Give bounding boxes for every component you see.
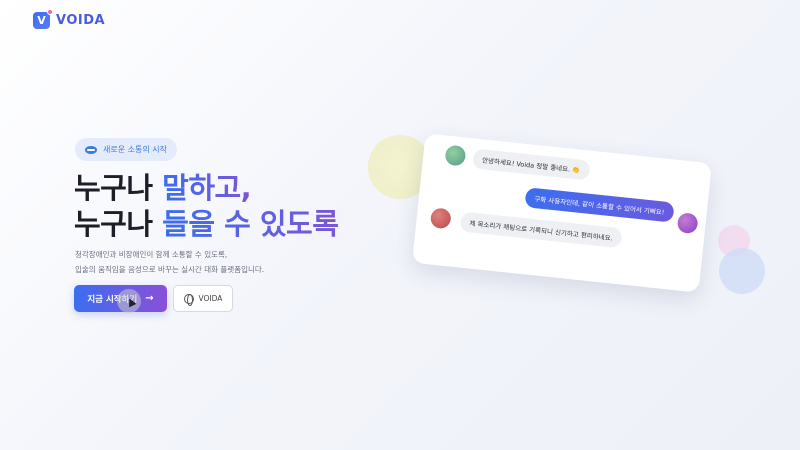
headline-line-2: 누구나 들을 수 있도록 bbox=[74, 206, 339, 242]
chat-preview-card: 안녕하세요! Voida 정말 좋네요. 👏 구화 사용자인데, 같이 소통할 … bbox=[411, 133, 713, 293]
description-line-2: 입술의 움직임을 음성으로 바꾸는 실시간 대화 플랫폼입니다. bbox=[75, 265, 265, 274]
headline-line-2-accent: 들을 수 있도록 bbox=[162, 207, 339, 241]
avatar bbox=[429, 207, 452, 230]
logo-mark-icon: V bbox=[33, 9, 53, 29]
voida-link-label: VOIDA bbox=[198, 294, 223, 303]
chat-message: 제 목소리가 채팅으로 기록되니 신기하고 편리하네요. bbox=[459, 211, 623, 249]
avatar bbox=[676, 212, 699, 235]
decorative-circle-blue bbox=[719, 248, 765, 294]
headline-line-1-accent: 말하고, bbox=[162, 171, 252, 205]
headline-line-1-plain: 누구나 bbox=[74, 171, 163, 205]
logo-mark-letter: V bbox=[37, 14, 46, 27]
chat-message: 구화 사용자인데, 같이 소통할 수 있어서 기뻐요! bbox=[524, 187, 675, 223]
chat-bubble-icon bbox=[85, 145, 97, 154]
headline-line-2-plain: 누구나 bbox=[74, 207, 163, 241]
hero-headline: 누구나 말하고, 누구나 들을 수 있도록 bbox=[74, 170, 339, 242]
voida-link-button[interactable]: VOIDA bbox=[173, 285, 233, 312]
description-line-1: 청각장애인과 비장애인이 함께 소통할 수 있도록, bbox=[75, 250, 228, 259]
brand-name: VOIDA bbox=[56, 13, 106, 28]
hero-description: 청각장애인과 비장애인이 함께 소통할 수 있도록, 입술의 움직임을 음성으로… bbox=[75, 247, 264, 277]
badge-label: 새로운 소통의 시작 bbox=[103, 145, 167, 154]
avatar bbox=[444, 144, 467, 167]
logo-dot bbox=[47, 9, 53, 15]
headline-line-1: 누구나 말하고, bbox=[74, 170, 338, 206]
chat-message: 안녕하세요! Voida 정말 좋네요. 👏 bbox=[472, 148, 591, 181]
globe-icon bbox=[183, 293, 194, 306]
arrow-right-icon: → bbox=[145, 293, 154, 304]
hero-badge: 새로운 소통의 시작 bbox=[75, 138, 177, 161]
brand-logo[interactable]: V VOIDA bbox=[33, 9, 106, 29]
